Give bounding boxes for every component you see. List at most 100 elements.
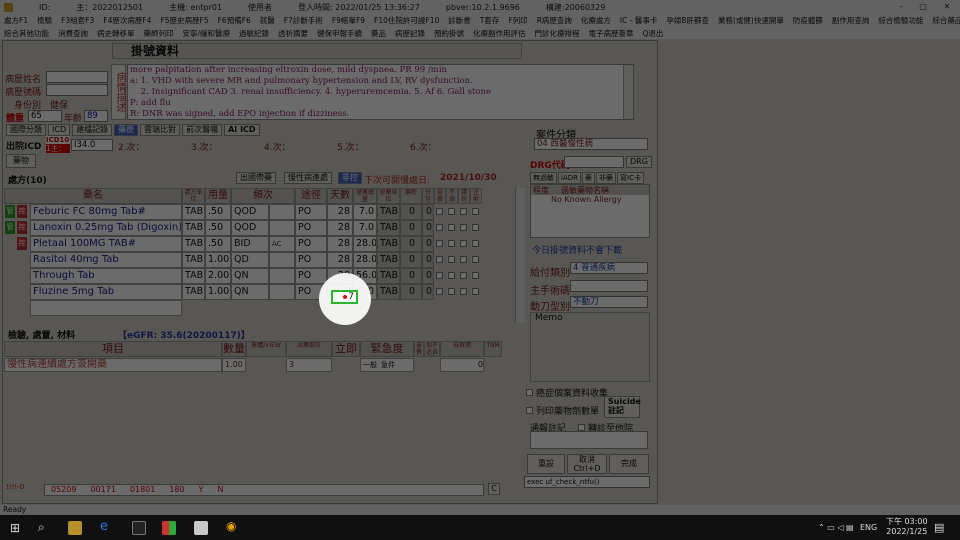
rx-cell-unit[interactable]: TAB	[182, 268, 205, 284]
rx-checkbox[interactable]	[472, 272, 479, 279]
drg-field[interactable]	[564, 156, 624, 168]
surgeon-code-field[interactable]	[570, 280, 648, 292]
rx-row[interactable]: 控 Pletaal 100MG TAB# TAB .50 BID AC PO 28 28.0 TA…	[4, 236, 514, 252]
rx-cell-pack[interactable]: 0	[422, 220, 434, 236]
rx-cell-freq[interactable]: BID	[231, 236, 269, 252]
rx-checkbox[interactable]	[448, 272, 455, 279]
allergy-tab[interactable]: iADR	[558, 172, 581, 184]
rx-cell-pack[interactable]: 0	[422, 252, 434, 268]
secondary-diagnosis-slot[interactable]: 2.次：	[118, 140, 191, 153]
top-tab[interactable]: 國際分類	[6, 124, 46, 136]
rx-checkbox[interactable]	[436, 256, 443, 263]
rx-cell-freq[interactable]: QOD	[231, 204, 269, 220]
chronic-rx-button[interactable]: 慢性病連處	[284, 172, 332, 184]
urgency-normal[interactable]: 一般	[363, 361, 377, 369]
pdf-viewer-icon[interactable]	[194, 521, 208, 535]
rx-cell-unit[interactable]: TAB	[182, 284, 205, 300]
rx-row[interactable]: Rasitol 40mg Tab TAB 1.00 QD PO 28 28.0 TAB 0 0	[4, 252, 514, 268]
rx-cell-qunit[interactable]: TAB	[377, 204, 400, 220]
rx-cell-route[interactable]: PO	[295, 220, 327, 236]
rx-checkbox[interactable]	[460, 240, 467, 247]
secondary-diagnosis-slot[interactable]: 6.次：	[410, 140, 483, 153]
rx-checkbox[interactable]	[472, 256, 479, 263]
menu-item[interactable]: T套存	[480, 15, 500, 26]
rx-cell-route[interactable]: PO	[295, 236, 327, 252]
menu-item[interactable]: 門診化療排程	[535, 28, 580, 39]
menu-item[interactable]: 消費查詢	[58, 28, 88, 39]
rx-cell-grind[interactable]: 0	[400, 220, 422, 236]
terminal-icon[interactable]	[132, 521, 146, 535]
allergy-tab[interactable]: 藥	[582, 172, 595, 184]
c-button[interactable]: C	[488, 483, 500, 495]
rx-cell-qty[interactable]: 7.0	[353, 204, 377, 220]
rx-checkbox[interactable]	[472, 224, 479, 231]
rx-checkbox[interactable]	[436, 240, 443, 247]
search-icon[interactable]: ⌕	[38, 520, 45, 535]
rx-cell-qunit[interactable]: TAB	[377, 220, 400, 236]
menu-item[interactable]: 處方F1	[4, 15, 28, 26]
rx-checkbox[interactable]	[448, 224, 455, 231]
cancel-button[interactable]: 取消 Ctrl+D	[567, 454, 607, 474]
rx-cell-grind[interactable]: 0	[400, 204, 422, 220]
description-box[interactable]: more palpitation after increasing eltrox…	[127, 64, 634, 120]
rx-cell-qty[interactable]: 28.0	[353, 252, 377, 268]
rx-cell-dose[interactable]: 2.00	[205, 268, 231, 284]
rx-cell-qunit[interactable]: TAB	[377, 236, 400, 252]
menu-item[interactable]: 過敏紀錄	[239, 28, 269, 39]
menu-item[interactable]: 綜合藥品功能	[932, 15, 960, 26]
drug-tab[interactable]: 藥物	[6, 154, 36, 168]
menu-item[interactable]: F6預備F6	[218, 15, 251, 26]
rx-cell-dose[interactable]: .50	[205, 220, 231, 236]
suicide-button[interactable]: Suicide註記	[604, 396, 641, 418]
case-type-select[interactable]: 04 西醫慢性病	[534, 138, 648, 150]
menu-item[interactable]: 綜合其他功能	[4, 28, 49, 39]
minimize-icon[interactable]: –	[890, 0, 912, 14]
rx-cell-route[interactable]: PO	[295, 204, 327, 220]
rx-checkbox[interactable]	[460, 256, 467, 263]
rx-cell-unit[interactable]: TAB	[182, 236, 205, 252]
internet-explorer-icon[interactable]: e	[100, 519, 108, 534]
menu-item[interactable]: IC - 醫事卡	[620, 15, 657, 26]
exam-cell-site[interactable]: 3	[286, 358, 332, 372]
menu-item[interactable]: 綜合檢驗功能	[878, 15, 923, 26]
menu-item[interactable]: 檢驗	[37, 15, 52, 26]
menu-item[interactable]: 透析摘要	[278, 28, 308, 39]
rx-cell-pack[interactable]: 0	[422, 284, 434, 300]
allergy-tab[interactable]: 非藥	[596, 172, 616, 184]
menu-item[interactable]: 安寧/緩和醫療	[183, 28, 231, 39]
description-scrollbar[interactable]	[623, 65, 633, 119]
menu-item[interactable]: F列印	[508, 15, 527, 26]
memo-box[interactable]: Memo	[530, 312, 650, 382]
file-explorer-icon[interactable]	[68, 521, 82, 535]
rx-empty-row[interactable]	[30, 300, 182, 316]
rx-cell-days[interactable]: 28	[327, 204, 353, 220]
menu-item[interactable]: 化療副作用評估	[473, 28, 526, 39]
rx-row[interactable]: 管控 Lanoxin 0.25mg Tab (Digoxin) TAB .50 QOD P…	[4, 220, 514, 236]
rx-checkbox[interactable]	[460, 208, 467, 215]
rx-cell-freq[interactable]: QD	[231, 252, 269, 268]
menu-item[interactable]: 病歷記錄	[395, 28, 425, 39]
rx-checkbox[interactable]	[436, 224, 443, 231]
rx-cell-days[interactable]: 28	[327, 220, 353, 236]
menu-item[interactable]: F7診斷手術	[284, 15, 323, 26]
rx-cell-name[interactable]: Fluzine 5mg Tab	[30, 284, 182, 300]
rx-checkbox[interactable]	[472, 288, 479, 295]
menu-item[interactable]: F4歷次病歷F4	[103, 15, 151, 26]
rx-cell-dose[interactable]: .50	[205, 236, 231, 252]
menu-item[interactable]: 就醫	[260, 15, 275, 26]
menu-item[interactable]: F10住院許可證F10	[374, 15, 439, 26]
rx-cell-pack[interactable]: 0	[422, 204, 434, 220]
rx-cell-grind[interactable]: 0	[400, 236, 422, 252]
rx-cell-note[interactable]	[269, 284, 295, 300]
rx-cell-name[interactable]: Pletaal 100MG TAB#	[30, 236, 182, 252]
rx-cell-pack[interactable]: 0	[422, 236, 434, 252]
rx-cell-name[interactable]: Lanoxin 0.25mg Tab (Digoxin)	[30, 220, 182, 236]
rx-checkbox[interactable]	[448, 288, 455, 295]
maximize-icon[interactable]: □	[912, 0, 934, 14]
cancer-checkbox[interactable]: 癌症個案資料收集	[526, 386, 608, 399]
top-tab[interactable]: ICD	[48, 124, 71, 136]
rx-checkbox[interactable]	[436, 272, 443, 279]
rx-cell-name[interactable]: Through Tab	[30, 268, 182, 284]
rx-cell-name[interactable]: Rasitol 40mg Tab	[30, 252, 182, 268]
menu-item[interactable]: Q退出	[643, 28, 664, 39]
